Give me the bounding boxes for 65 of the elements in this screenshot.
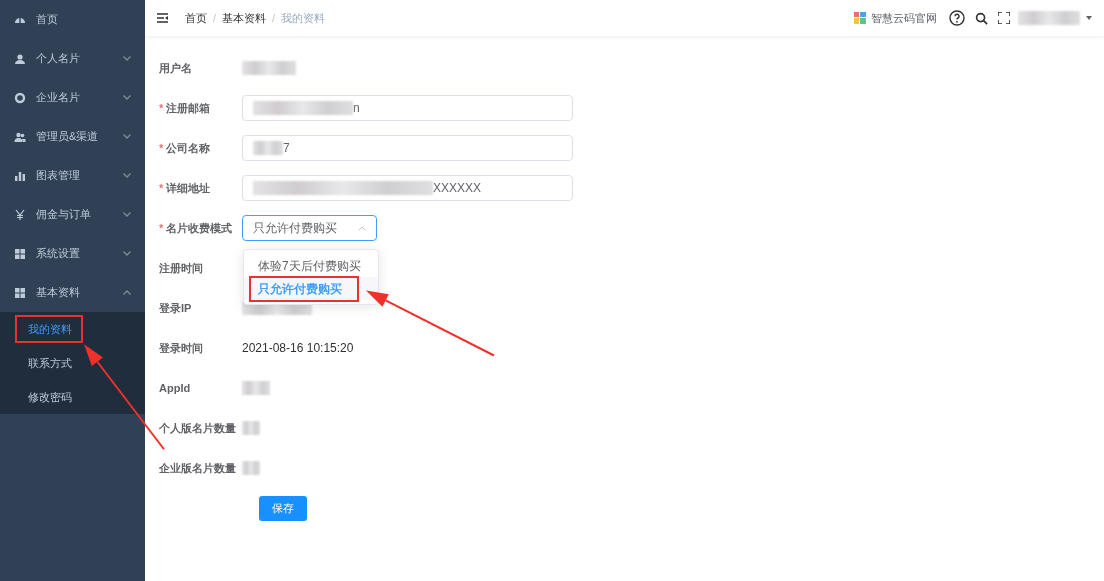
sidebar-item-label: 企业名片 (36, 90, 81, 106)
required-mark: * (159, 181, 164, 194)
field-label: 详细地址 (166, 181, 211, 194)
caret-icon[interactable] (1086, 16, 1092, 20)
person-icon (14, 52, 26, 65)
sidebar-item[interactable]: 基本资料 (0, 273, 145, 312)
search-icon[interactable] (975, 11, 988, 25)
people-icon (14, 130, 26, 143)
bar-chart-icon (14, 169, 26, 182)
breadcrumb-item[interactable]: 首页 (185, 9, 207, 27)
breadcrumb-separator: / (213, 10, 217, 26)
input-field[interactable]: 7 (242, 135, 573, 161)
field-label: 登录时间 (159, 341, 203, 354)
sidebar-item[interactable]: 企业名片 (0, 78, 145, 117)
required-mark: * (159, 221, 164, 234)
sidebar-item-label: 基本资料 (36, 285, 81, 301)
submenu-item[interactable]: 我的资料 (0, 312, 145, 346)
field-value: 2021-08-16 10:15:20 (242, 340, 354, 357)
breadcrumb-item: 我的资料 (281, 10, 326, 26)
field-label: 名片收费模式 (166, 221, 233, 234)
chevron-icon (358, 225, 366, 231)
submenu-item[interactable]: 修改密码 (0, 380, 145, 414)
fullscreen-icon[interactable] (998, 12, 1010, 24)
field-value: XXXXXX (433, 180, 482, 197)
site-link[interactable]: 智慧云码官网 (871, 9, 937, 27)
breadcrumb-separator: / (272, 10, 276, 26)
required-mark: * (159, 141, 164, 154)
sidebar-item-label: 个人名片 (36, 51, 81, 67)
sidebar-item-label: 首页 (36, 12, 59, 28)
logo-icon (854, 12, 866, 24)
field-label: 公司名称 (166, 141, 211, 154)
field-label: 个人版名片数量 (159, 421, 236, 434)
required-mark: * (159, 101, 164, 114)
ring-icon (14, 91, 26, 104)
select-value: 只允许付费购买 (253, 220, 337, 237)
yen-icon (14, 208, 26, 221)
sidebar-item[interactable]: 图表管理 (0, 156, 145, 195)
sidebar-item-label: 管理员&渠道 (36, 129, 100, 145)
breadcrumb-item[interactable]: 基本资料 (222, 9, 267, 27)
sidebar-item-label: 系统设置 (36, 246, 81, 262)
field-label: 企业版名片数量 (159, 461, 236, 474)
dropdown-option[interactable]: 体验7天后付费购买 (244, 254, 378, 277)
menu-icon[interactable] (157, 13, 169, 23)
sidebar-item[interactable]: 首页 (0, 0, 145, 39)
sidebar-item[interactable]: 系统设置 (0, 234, 145, 273)
input-field[interactable]: n (242, 95, 573, 121)
grid-icon (14, 247, 26, 260)
field-label: 注册时间 (159, 261, 203, 274)
sidebar-item-label: 佣金与订单 (36, 207, 92, 223)
highlight-box: 只允许付费购买 (250, 276, 358, 301)
highlight-box: 我的资料 (16, 315, 82, 343)
submenu-item[interactable]: 联系方式 (0, 346, 145, 380)
sidebar-item[interactable]: 个人名片 (0, 39, 145, 78)
help-icon[interactable] (949, 10, 965, 26)
sidebar-item-label: 图表管理 (36, 168, 81, 184)
field-value: 7 (283, 140, 290, 157)
field-label: AppId (159, 381, 191, 394)
field-label: 注册邮箱 (166, 101, 211, 114)
field-value: n (353, 100, 360, 117)
field-label: 用户名 (159, 61, 192, 74)
grid-icon (14, 286, 26, 299)
input-field[interactable]: XXXXXX (242, 175, 573, 201)
field-label: 登录IP (159, 301, 192, 314)
sidebar-item[interactable]: 管理员&渠道 (0, 117, 145, 156)
sidebar-item[interactable]: 佣金与订单 (0, 195, 145, 234)
